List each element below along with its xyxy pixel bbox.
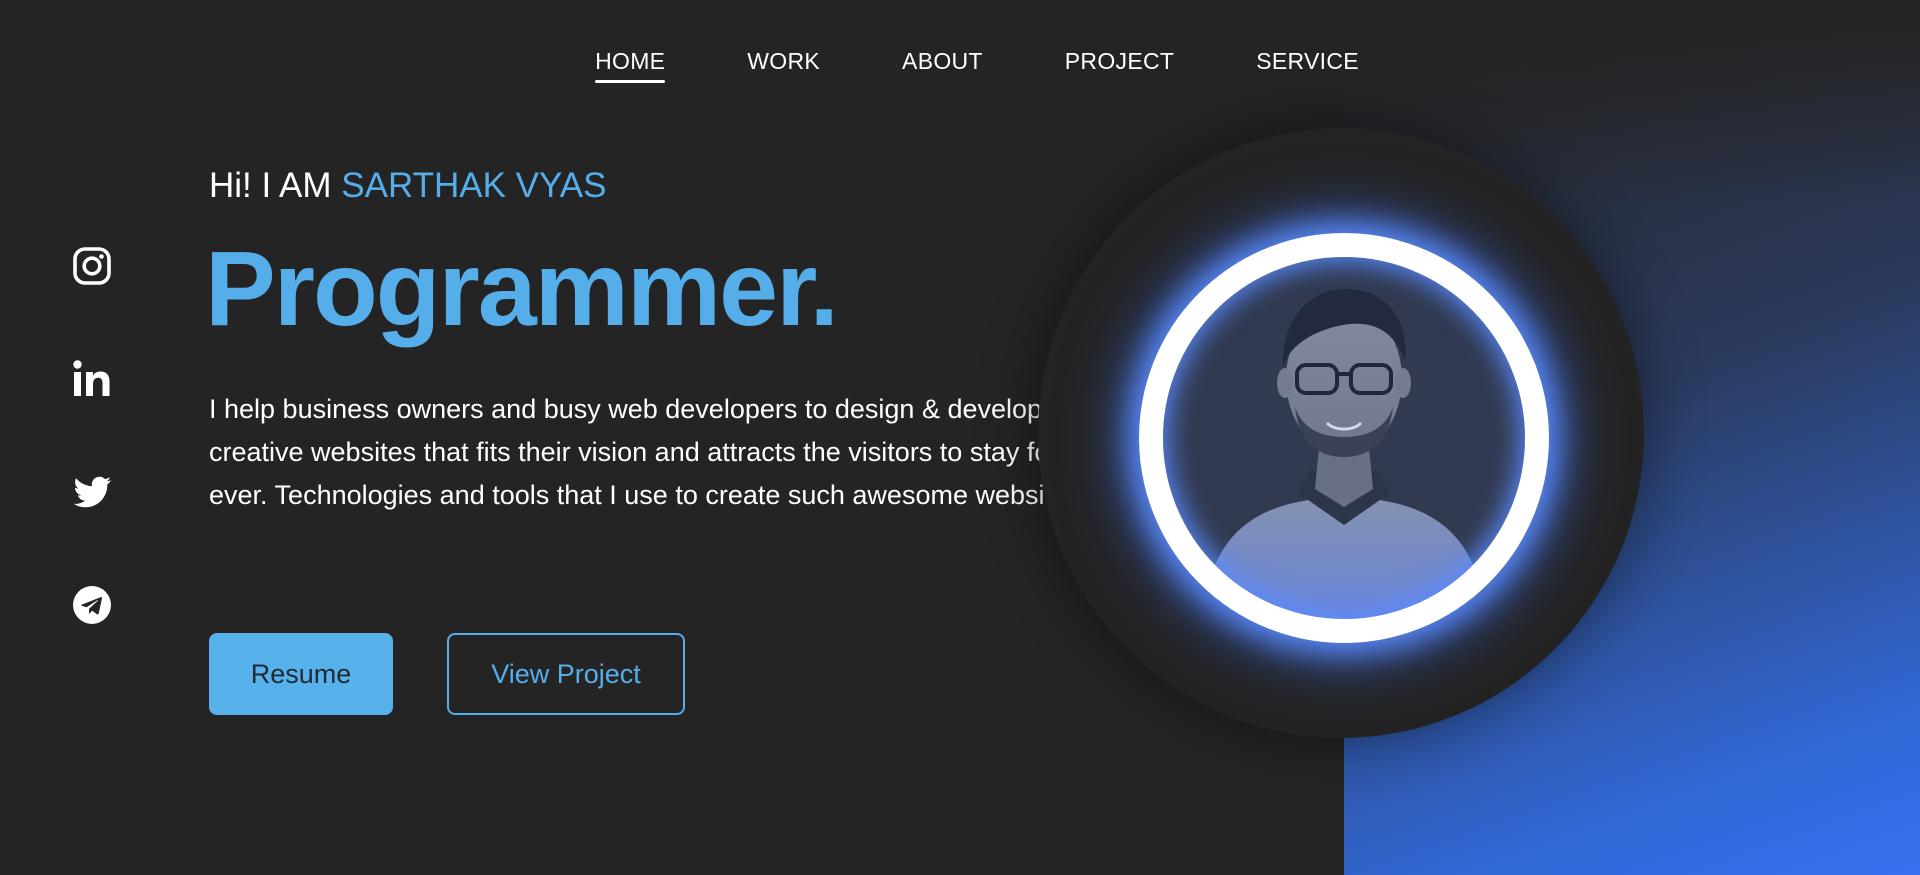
nav-links: HOME WORK ABOUT PROJECT SERVICE bbox=[554, 48, 1400, 83]
resume-button[interactable]: Resume bbox=[209, 633, 393, 715]
greeting: Hi! I AM SARTHAK VYAS bbox=[209, 166, 606, 206]
main-nav: HOME WORK ABOUT PROJECT SERVICE bbox=[0, 48, 1920, 83]
nav-item-work[interactable]: WORK bbox=[747, 48, 820, 83]
linkedin-icon[interactable] bbox=[72, 359, 112, 399]
profile-ring bbox=[1139, 233, 1549, 643]
nav-item-project[interactable]: PROJECT bbox=[1065, 48, 1174, 83]
nav-item-about[interactable]: ABOUT bbox=[902, 48, 983, 83]
bio-text: I help business owners and busy web deve… bbox=[209, 394, 1089, 510]
headline: Programmer. bbox=[205, 230, 839, 348]
view-project-button[interactable]: View Project bbox=[447, 633, 685, 715]
twitter-icon[interactable] bbox=[72, 472, 112, 512]
instagram-icon[interactable] bbox=[72, 246, 112, 286]
nav-item-home[interactable]: HOME bbox=[595, 48, 666, 83]
nav-item-service[interactable]: SERVICE bbox=[1256, 48, 1359, 83]
social-links bbox=[72, 246, 112, 625]
greeting-prefix: Hi! I AM bbox=[209, 166, 342, 205]
page: HOME WORK ABOUT PROJECT SERVICE Hi! I AM… bbox=[0, 0, 1920, 875]
author-name: SARTHAK VYAS bbox=[341, 166, 607, 205]
telegram-icon[interactable] bbox=[72, 585, 112, 625]
